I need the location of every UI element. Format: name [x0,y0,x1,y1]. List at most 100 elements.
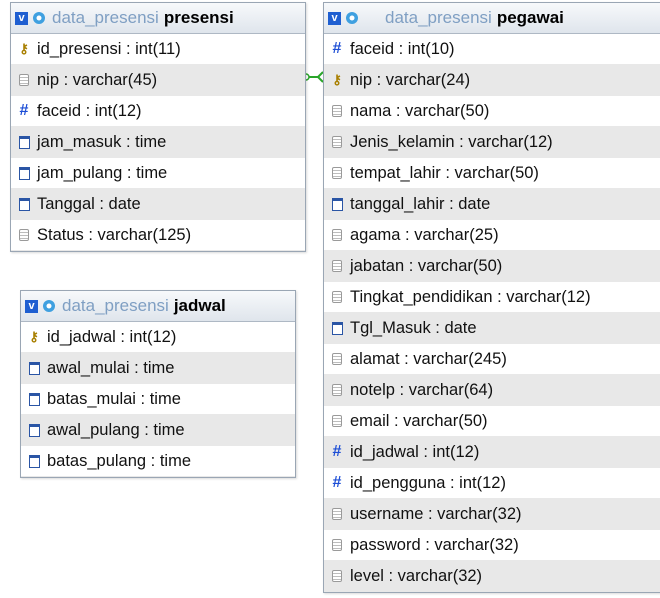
string-icon [17,72,31,88]
column-row[interactable]: level : varchar(32) [324,561,660,592]
column-row[interactable]: awal_mulai : time [21,353,295,384]
column-label: id_presensi : int(11) [37,39,181,58]
column-label: id_pengguna : int(12) [350,473,506,492]
database-name: data_presensi [62,296,169,315]
column-label: Jenis_kelamin : varchar(12) [350,132,553,151]
column-row[interactable]: # faceid : int(10) [324,34,660,65]
table-options-icon[interactable] [31,10,47,26]
column-label: jabatan : varchar(50) [350,256,503,275]
column-row[interactable]: Tingkat_pendidikan : varchar(12) [324,282,660,313]
numeric-icon: # [19,102,29,119]
table-jadwal[interactable]: v data_presensi jadwal ⚷ id_jadwal : int(… [20,290,296,478]
column-list: # faceid : int(10) ⚷ nip : varchar(24) nama … [324,34,660,592]
column-row[interactable]: password : varchar(32) [324,530,660,561]
numeric-icon: # [332,443,342,460]
time-icon [27,422,41,438]
column-row[interactable]: # id_jadwal : int(12) [324,437,660,468]
column-row[interactable]: batas_pulang : time [21,446,295,477]
column-row[interactable]: nama : varchar(50) [324,96,660,127]
column-label: notelp : varchar(64) [350,380,494,399]
string-icon [330,258,344,274]
column-row[interactable]: tempat_lahir : varchar(50) [324,158,660,189]
column-row[interactable]: notelp : varchar(64) [324,375,660,406]
table-header-pegawai[interactable]: v data_presensi pegawai [324,3,660,34]
primary-key-icon: ⚷ [332,72,342,87]
string-icon [330,537,344,553]
string-icon [330,382,344,398]
column-label: agama : varchar(25) [350,225,499,244]
column-row[interactable]: username : varchar(32) [324,499,660,530]
column-row[interactable]: email : varchar(50) [324,406,660,437]
string-icon [330,568,344,584]
string-icon [330,165,344,181]
table-header-presensi[interactable]: v data_presensi presensi [11,3,305,34]
column-label: email : varchar(50) [350,411,488,430]
string-icon [330,351,344,367]
column-row[interactable]: alamat : varchar(245) [324,344,660,375]
primary-key-icon: ⚷ [19,41,29,56]
column-label: username : varchar(32) [350,504,522,523]
column-label: faceid : int(12) [37,101,142,120]
column-label: Tingkat_pendidikan : varchar(12) [350,287,591,306]
numeric-icon: # [332,474,342,491]
string-icon [330,413,344,429]
column-row[interactable]: Tgl_Masuk : date [324,313,660,344]
collapse-toggle-icon[interactable]: v [15,11,28,25]
column-row[interactable]: ⚷ id_jadwal : int(12) [21,322,295,353]
time-icon [27,391,41,407]
primary-key-icon: ⚷ [29,329,39,344]
table-presensi[interactable]: v data_presensi presensi ⚷ id_presensi : … [10,2,306,252]
column-label: Tgl_Masuk : date [350,318,477,337]
column-row[interactable]: Tanggal : date [11,189,305,220]
table-pegawai[interactable]: v data_presensi pegawai # faceid : int(10… [323,2,660,593]
collapse-toggle-icon[interactable]: v [328,11,341,25]
collapse-toggle-icon[interactable]: v [25,299,38,313]
column-row[interactable]: Status : varchar(125) [11,220,305,251]
column-row[interactable]: ⚷ nip : varchar(24) [324,65,660,96]
time-icon [27,360,41,376]
column-label: tanggal_lahir : date [350,194,491,213]
string-icon [330,103,344,119]
column-label: batas_mulai : time [47,389,181,408]
table-name: presensi [163,8,234,27]
column-label: faceid : int(10) [350,39,455,58]
table-name: jadwal [173,296,226,315]
column-label: password : varchar(32) [350,535,519,554]
column-row[interactable]: nip : varchar(45) [11,65,305,96]
column-label: jam_masuk : time [37,132,167,151]
column-label: batas_pulang : time [47,451,192,470]
column-row[interactable]: awal_pulang : time [21,415,295,446]
column-row[interactable]: tanggal_lahir : date [324,189,660,220]
column-row[interactable]: # id_pengguna : int(12) [324,468,660,499]
time-icon [17,165,31,181]
column-row[interactable]: agama : varchar(25) [324,220,660,251]
column-list: ⚷ id_jadwal : int(12) awal_mulai : time bat… [21,322,295,477]
column-label: nip : varchar(24) [350,70,471,89]
column-label: id_jadwal : int(12) [47,327,177,346]
string-icon [330,227,344,243]
date-icon [17,196,31,212]
column-row[interactable]: jam_pulang : time [11,158,305,189]
table-name: pegawai [496,8,564,27]
column-list: ⚷ id_presensi : int(11) nip : varchar(45) #… [11,34,305,251]
column-row[interactable]: Jenis_kelamin : varchar(12) [324,127,660,158]
database-name: data_presensi [52,8,159,27]
column-row[interactable]: jam_masuk : time [11,127,305,158]
table-header-jadwal[interactable]: v data_presensi jadwal [21,291,295,322]
string-icon [330,289,344,305]
time-icon [17,134,31,150]
column-label: Status : varchar(125) [37,225,192,244]
table-options-icon[interactable] [344,10,360,26]
column-row[interactable]: jabatan : varchar(50) [324,251,660,282]
column-label: awal_mulai : time [47,358,175,377]
column-row[interactable]: batas_mulai : time [21,384,295,415]
column-label: nama : varchar(50) [350,101,490,120]
column-label: awal_pulang : time [47,420,185,439]
column-row[interactable]: # faceid : int(12) [11,96,305,127]
table-options-icon[interactable] [41,298,57,314]
date-icon [330,320,344,336]
column-label: tempat_lahir : varchar(50) [350,163,539,182]
column-label: id_jadwal : int(12) [350,442,480,461]
column-row[interactable]: ⚷ id_presensi : int(11) [11,34,305,65]
numeric-icon: # [332,40,342,57]
